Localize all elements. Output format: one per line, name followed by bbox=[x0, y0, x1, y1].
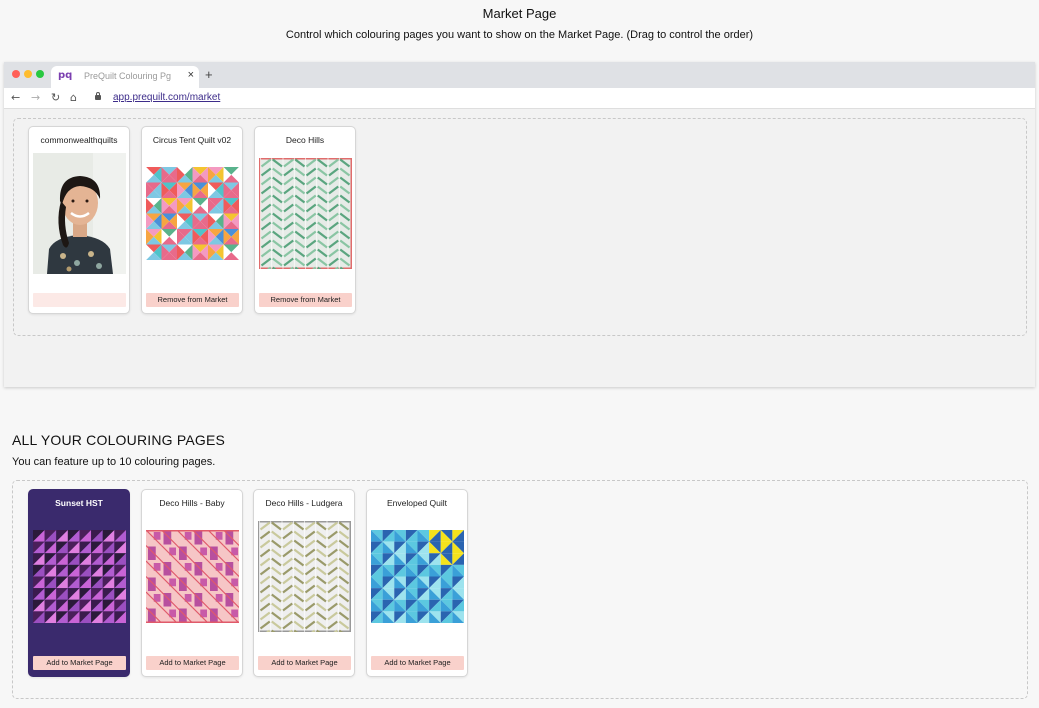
section-heading: ALL YOUR COLOURING PAGES bbox=[12, 432, 226, 448]
market-card[interactable]: commonwealthquilts bbox=[28, 126, 130, 314]
card-title: Deco Hills bbox=[285, 135, 325, 145]
market-dropzone[interactable]: commonwealthquilts Circus Tent Quilt v02… bbox=[13, 118, 1027, 336]
colouring-page-card[interactable]: Sunset HST Add to Market Page bbox=[28, 489, 130, 677]
page-subtitle: Control which colouring pages you want t… bbox=[285, 29, 754, 41]
colouring-page-card[interactable]: Deco Hills - Ludgera Add to Market Page bbox=[253, 489, 355, 677]
card-title: Sunset HST bbox=[55, 498, 103, 508]
url-link[interactable]: app.prequilt.com/market bbox=[113, 92, 220, 103]
home-icon[interactable]: ⌂ bbox=[70, 91, 77, 104]
reload-icon[interactable]: ↻ bbox=[51, 91, 60, 104]
market-card[interactable]: Circus Tent Quilt v02 Remove from Market bbox=[141, 126, 243, 314]
tab-title: PreQuilt Colouring Pg bbox=[84, 71, 172, 81]
quilt-thumbnail bbox=[146, 530, 239, 623]
add-to-market-button[interactable]: Add to Market Page bbox=[33, 656, 126, 670]
profile-photo bbox=[33, 153, 126, 274]
quilt-thumbnail bbox=[258, 521, 351, 632]
card-title: Deco Hills - Ludgera bbox=[265, 498, 343, 508]
add-to-market-button[interactable]: Add to Market Page bbox=[258, 656, 351, 670]
maximize-window-dot[interactable] bbox=[36, 70, 44, 78]
tab-close-icon[interactable]: × bbox=[188, 69, 194, 81]
page-title: Market Page bbox=[482, 6, 557, 21]
section-subtitle: You can feature up to 10 colouring pages… bbox=[12, 456, 216, 468]
browser-window: pq PreQuilt Colouring Pg × + ← → ↻ ⌂ app… bbox=[4, 62, 1035, 387]
card-title: Enveloped Quilt bbox=[386, 498, 447, 508]
new-tab-icon[interactable]: + bbox=[205, 67, 213, 82]
market-card[interactable]: Deco Hills Remove from Market bbox=[254, 126, 356, 314]
add-to-market-button[interactable]: Add to Market Page bbox=[146, 656, 239, 670]
remove-from-market-button[interactable]: Remove from Market bbox=[259, 293, 352, 307]
colouring-page-card[interactable]: Deco Hills - Baby Add to Market Page bbox=[141, 489, 243, 677]
forward-arrow-icon[interactable]: → bbox=[31, 91, 40, 104]
address-bar: ← → ↻ ⌂ app.prequilt.com/market bbox=[4, 88, 1035, 109]
close-window-dot[interactable] bbox=[12, 70, 20, 78]
lock-icon bbox=[95, 92, 101, 100]
card-title: commonwealthquilts bbox=[40, 135, 118, 145]
quilt-thumbnail bbox=[33, 530, 126, 623]
remove-from-market-button[interactable]: Remove from Market bbox=[146, 293, 239, 307]
back-arrow-icon[interactable]: ← bbox=[11, 91, 20, 104]
card-title: Circus Tent Quilt v02 bbox=[152, 135, 232, 145]
add-to-market-button[interactable]: Add to Market Page bbox=[371, 656, 464, 670]
favicon-icon: pq bbox=[58, 70, 73, 81]
browser-tab-bar: pq PreQuilt Colouring Pg × + bbox=[4, 62, 1035, 88]
minimize-window-dot[interactable] bbox=[24, 70, 32, 78]
all-pages-dropzone[interactable]: Sunset HST Add to Market Page Deco Hills… bbox=[12, 480, 1028, 699]
browser-tab[interactable]: pq PreQuilt Colouring Pg × bbox=[51, 66, 199, 88]
quilt-thumbnail bbox=[146, 167, 239, 260]
quilt-thumbnail bbox=[371, 530, 464, 623]
quilt-thumbnail bbox=[259, 158, 352, 269]
colouring-page-card[interactable]: Enveloped Quilt Add to Market Page bbox=[366, 489, 468, 677]
card-title: Deco Hills - Baby bbox=[159, 498, 225, 508]
card-action-button-empty[interactable] bbox=[33, 293, 126, 307]
